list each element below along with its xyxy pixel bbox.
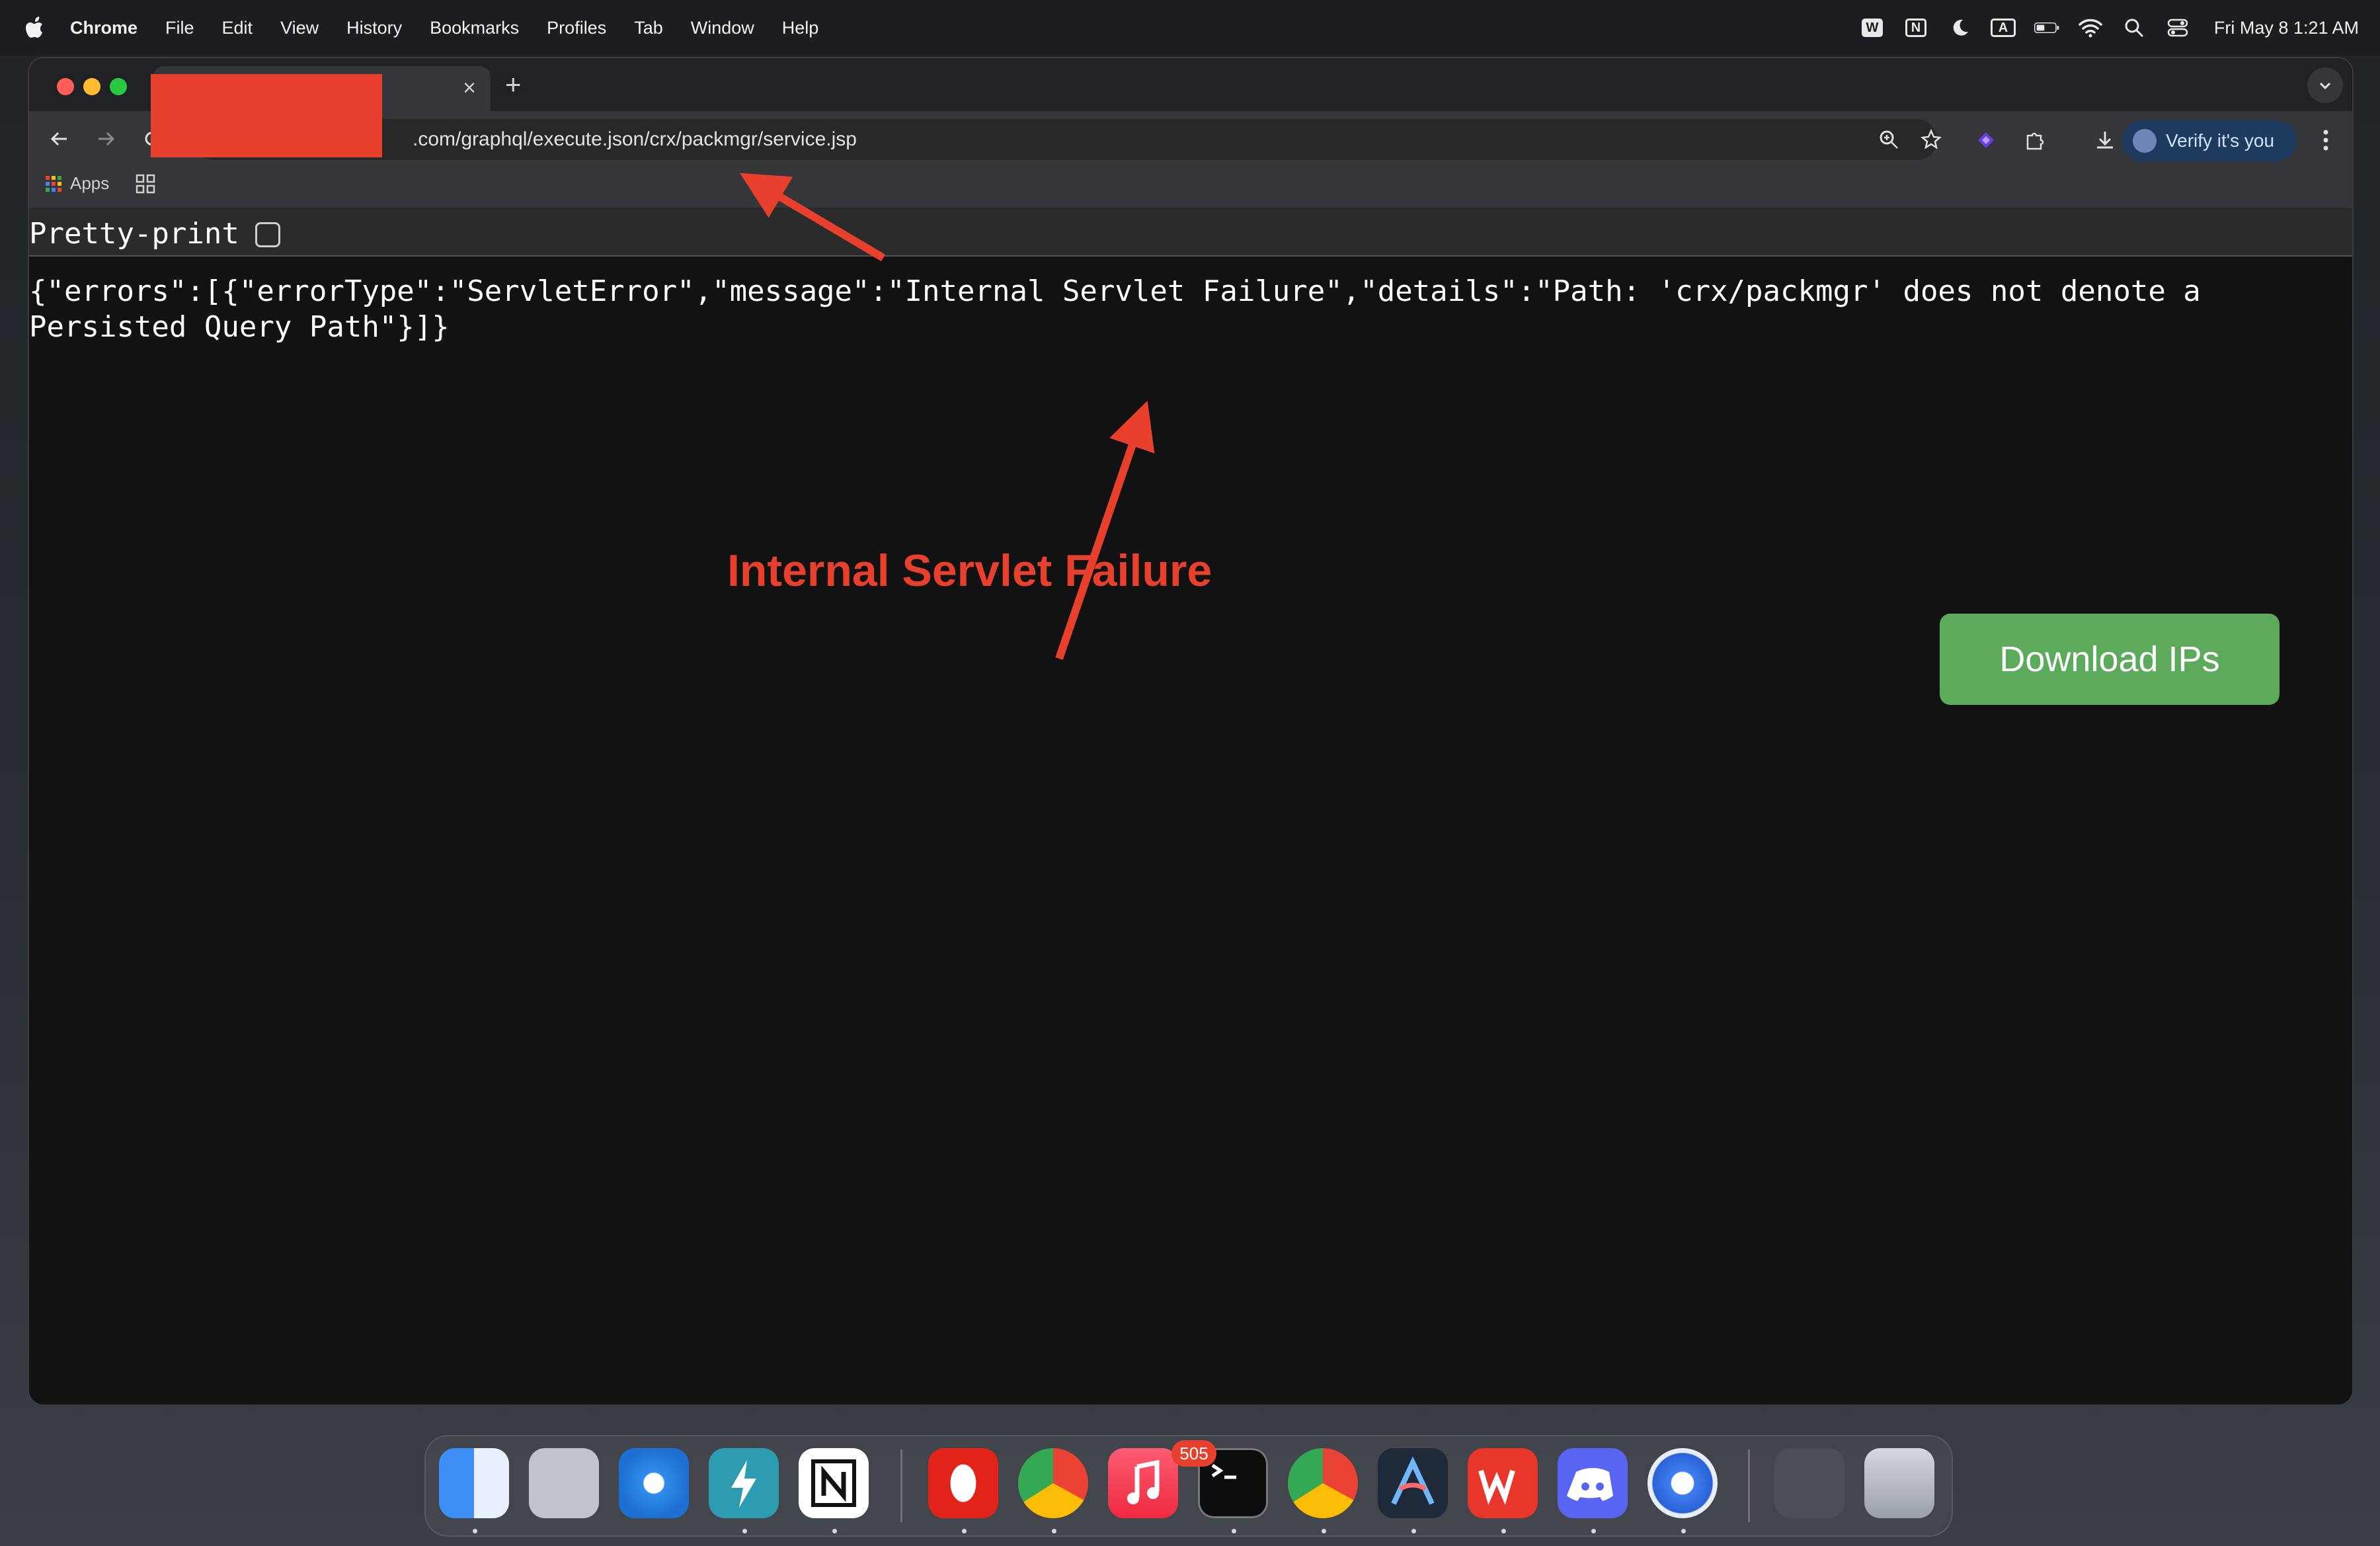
- menu-edit[interactable]: Edit: [222, 18, 253, 38]
- minimize-window-button[interactable]: [83, 78, 100, 95]
- wps-status-letter: W: [1861, 19, 1883, 37]
- menu-history[interactable]: History: [346, 18, 402, 38]
- annotation-label: Internal Servlet Failure: [727, 546, 1212, 596]
- notion-icon[interactable]: [799, 1448, 869, 1518]
- json-response-body: {"errors":[{"errorType":"ServletError","…: [29, 274, 2219, 344]
- spotlight-search-icon[interactable]: [2122, 17, 2147, 39]
- notion-status-letter: N: [1905, 19, 1926, 37]
- menu-bar: Chrome File Edit View History Bookmarks …: [0, 0, 2380, 56]
- apps-label: Apps: [70, 173, 110, 193]
- wifi-icon[interactable]: [2078, 17, 2103, 39]
- bookmarks-bar: Apps: [29, 167, 2352, 208]
- menu-bar-clock[interactable]: Fri May 8 1:21 AM: [2214, 18, 2359, 38]
- forward-button[interactable]: [91, 124, 120, 153]
- wps-icon[interactable]: [1468, 1448, 1538, 1518]
- chevron-down-icon: [2319, 82, 2331, 90]
- launchpad-icon[interactable]: [529, 1448, 599, 1518]
- finder-icon[interactable]: [439, 1448, 509, 1518]
- menu-file[interactable]: File: [165, 18, 194, 38]
- downloads-icon[interactable]: [2089, 124, 2121, 156]
- apps-shortcut[interactable]: Apps: [45, 173, 155, 194]
- close-tab-icon[interactable]: ×: [463, 75, 476, 101]
- profile-avatar: [2133, 129, 2157, 153]
- pretty-print-bar: Pretty-print: [29, 208, 2352, 257]
- back-button[interactable]: [45, 124, 74, 153]
- back-arrow-icon: [50, 132, 67, 146]
- discord-notification-badge: 505: [1171, 1440, 1216, 1467]
- address-bar[interactable]: .com/graphql/execute.json/crx/packmgr/se…: [194, 119, 1942, 160]
- bookmark-star-icon[interactable]: [1919, 127, 1944, 152]
- pretty-print-checkbox[interactable]: [255, 222, 280, 247]
- menu-profiles[interactable]: Profiles: [547, 18, 606, 38]
- trash-icon[interactable]: [1864, 1448, 1934, 1518]
- close-window-button[interactable]: [57, 78, 74, 95]
- menu-app-name[interactable]: Chrome: [70, 18, 138, 38]
- address-bar-url[interactable]: .com/graphql/execute.json/crx/packmgr/se…: [413, 128, 857, 151]
- redaction-box: [151, 74, 382, 157]
- safari-icon[interactable]: [619, 1448, 689, 1518]
- menu-bookmarks[interactable]: Bookmarks: [430, 18, 519, 38]
- bolt-app-icon[interactable]: [709, 1448, 779, 1518]
- apps-grid-icon: [46, 175, 61, 192]
- menu-view[interactable]: View: [280, 18, 319, 38]
- download-ips-button[interactable]: Download IPs: [1940, 614, 2280, 705]
- chrome-icon-secondary[interactable]: [1288, 1448, 1358, 1518]
- input-source-icon[interactable]: A: [1990, 17, 2016, 39]
- pretty-print-label: Pretty-print: [29, 217, 239, 251]
- opera-icon[interactable]: [928, 1448, 998, 1518]
- chrome-icon[interactable]: [1018, 1448, 1088, 1518]
- discord-icon[interactable]: [1558, 1448, 1628, 1518]
- zoom-icon[interactable]: [1876, 127, 1901, 152]
- zoom-window-button[interactable]: [110, 78, 127, 95]
- new-tab-button[interactable]: +: [505, 69, 522, 101]
- music-icon[interactable]: [1108, 1448, 1178, 1518]
- browser-window: × + .com/graphql/execute.json/crx/packmg…: [29, 58, 2352, 1404]
- menu-help[interactable]: Help: [782, 18, 819, 38]
- window-preview-icon[interactable]: [1774, 1448, 1844, 1518]
- more-menu-icon[interactable]: [2310, 124, 2342, 156]
- tab-groups-icon[interactable]: [136, 174, 155, 194]
- verify-profile-button[interactable]: Verify it's you: [2122, 120, 2297, 161]
- chromium-icon[interactable]: [1647, 1448, 1718, 1518]
- page-content: Pretty-print {"errors":[{"errorType":"Se…: [29, 208, 2352, 1404]
- control-center-icon[interactable]: [2165, 17, 2190, 39]
- wps-status-icon[interactable]: W: [1860, 17, 1885, 39]
- verify-profile-label: Verify it's you: [2166, 130, 2275, 151]
- menu-tab[interactable]: Tab: [634, 18, 663, 38]
- extension-diamond-icon[interactable]: [1970, 124, 2002, 156]
- battery-icon[interactable]: [2034, 17, 2059, 39]
- tab-search-button[interactable]: [2307, 67, 2343, 103]
- status-area: W N A Fri May 8 1:21 AM: [1860, 0, 2359, 56]
- notion-status-icon[interactable]: N: [1903, 17, 1928, 39]
- extensions-puzzle-icon[interactable]: [2019, 124, 2051, 156]
- apple-menu-icon[interactable]: [25, 15, 48, 41]
- focus-moon-icon[interactable]: [1947, 17, 1972, 39]
- input-source-letter: A: [1990, 19, 2016, 37]
- menu-window[interactable]: Window: [691, 18, 754, 38]
- forward-arrow-icon: [99, 132, 115, 146]
- arc-icon[interactable]: [1378, 1448, 1448, 1518]
